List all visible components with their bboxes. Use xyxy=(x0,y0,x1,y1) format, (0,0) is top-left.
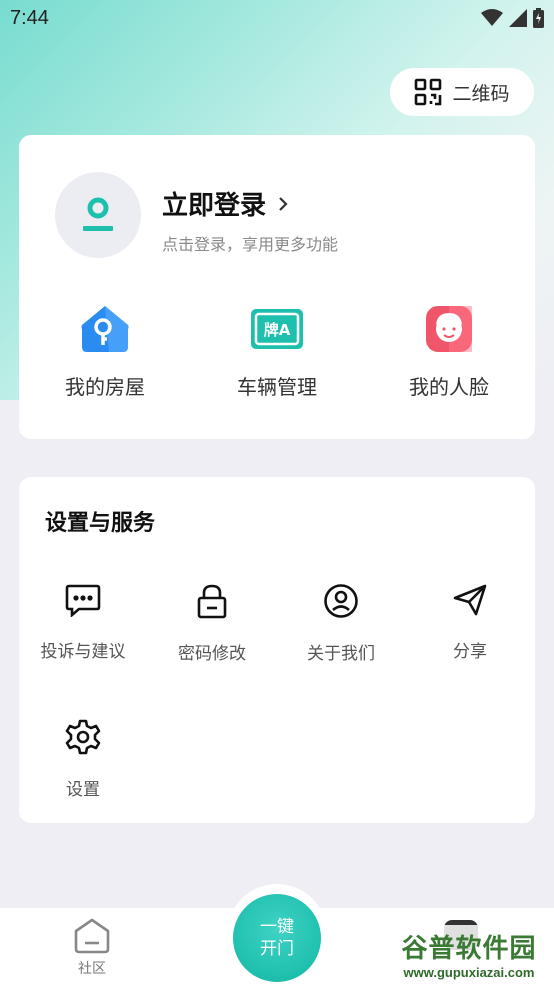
login-subtitle: 点击登录，享用更多功能 xyxy=(162,235,339,254)
face-icon xyxy=(426,306,472,352)
lock-icon xyxy=(197,584,227,619)
service-item-share[interactable]: 分享 xyxy=(405,583,535,662)
service-item-about[interactable]: 关于我们 xyxy=(276,583,406,664)
login-title: 立即登录 xyxy=(162,191,267,221)
services-title: 设置与服务 xyxy=(45,511,156,536)
quick-item-vehicle[interactable]: 牌A 车辆管理 xyxy=(191,303,363,400)
login-link[interactable]: 立即登录 xyxy=(162,185,288,222)
quick-label-vehicle: 车辆管理 xyxy=(237,375,317,399)
quick-label-face: 我的人脸 xyxy=(409,375,489,399)
status-icons xyxy=(481,8,544,28)
send-icon xyxy=(453,584,487,616)
service-item-password[interactable]: 密码修改 xyxy=(147,583,277,664)
service-label-settings: 设置 xyxy=(66,780,100,800)
services-card: 设置与服务 投诉与建议 密码修改 关于我们 分享 设置 xyxy=(19,477,535,823)
service-label-share: 分享 xyxy=(453,642,487,662)
quick-actions: 我的房屋 牌A 车辆管理 我的人脸 xyxy=(19,303,535,400)
quick-item-face[interactable]: 我的人脸 xyxy=(363,303,535,400)
watermark-main: 谷普软件园 xyxy=(401,934,537,964)
status-time: 7:44 xyxy=(10,6,49,29)
community-icon xyxy=(74,918,110,954)
battery-icon xyxy=(533,8,544,28)
qr-code-label: 二维码 xyxy=(452,82,510,105)
qr-code-button[interactable]: 二维码 xyxy=(390,68,534,116)
service-item-feedback[interactable]: 投诉与建议 xyxy=(18,583,148,662)
quick-label-my-house: 我的房屋 xyxy=(65,375,145,399)
message-icon xyxy=(65,584,101,617)
chevron-right-icon xyxy=(279,196,288,211)
watermark-url: www.gupuxiazai.com xyxy=(403,965,535,980)
wifi-icon xyxy=(481,9,503,26)
status-bar: 7:44 xyxy=(0,0,554,36)
gear-icon xyxy=(65,719,101,755)
nav-community[interactable]: 社区 xyxy=(62,918,122,978)
profile-card: 立即登录 点击登录，享用更多功能 我的房屋 牌A 车辆管理 我的人脸 xyxy=(19,135,535,439)
house-key-icon xyxy=(81,306,129,352)
signal-icon xyxy=(509,9,527,27)
license-plate-icon: 牌A xyxy=(251,309,303,349)
svg-text:牌A: 牌A xyxy=(264,321,291,339)
open-door-label: 一键开门 xyxy=(260,917,294,959)
quick-item-my-house[interactable]: 我的房屋 xyxy=(19,303,191,400)
qr-code-icon xyxy=(415,78,442,106)
avatar[interactable] xyxy=(55,172,141,258)
watermark-logo: 谷普软件园 www.gupuxiazai.com xyxy=(386,925,552,983)
service-label-feedback: 投诉与建议 xyxy=(40,642,126,662)
open-door-button[interactable]: 一键开门 xyxy=(233,894,321,982)
nav-community-label: 社区 xyxy=(78,961,106,977)
user-placeholder-icon xyxy=(83,197,113,231)
user-circle-icon xyxy=(324,584,358,618)
service-label-about: 关于我们 xyxy=(307,644,375,664)
service-label-password: 密码修改 xyxy=(178,644,246,664)
service-item-settings[interactable]: 设置 xyxy=(18,719,148,800)
